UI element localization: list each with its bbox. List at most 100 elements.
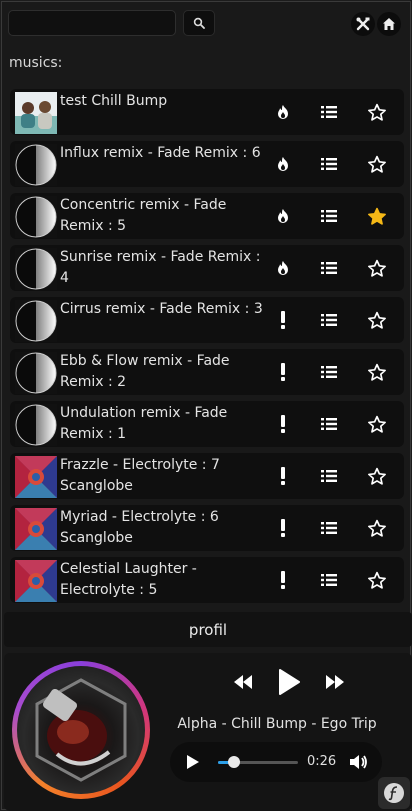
star-outline-icon xyxy=(368,311,386,329)
favorite-button[interactable] xyxy=(366,153,388,175)
flame-icon xyxy=(278,261,288,275)
star-outline-icon xyxy=(368,415,386,433)
profile-button[interactable]: profil xyxy=(4,612,412,647)
track-row[interactable]: Undulation remix - Fade Remix : 1 xyxy=(10,401,404,447)
tools-icon xyxy=(356,17,370,31)
trending-button[interactable] xyxy=(272,413,294,435)
star-outline-icon xyxy=(368,155,386,173)
trending-button[interactable] xyxy=(272,309,294,331)
exclamation-icon xyxy=(281,415,285,433)
next-button[interactable] xyxy=(324,673,346,691)
favorite-button[interactable] xyxy=(366,465,388,487)
exclamation-icon xyxy=(281,311,285,329)
track-title: test Chill Bump xyxy=(60,93,168,109)
star-outline-icon xyxy=(368,363,386,381)
music-player: Alpha - Chill Bump - Ego Trip 0:26 xyxy=(4,653,412,811)
list-icon xyxy=(321,418,337,430)
track-title: Sunrise remix - Fade Remix : 4 xyxy=(60,249,261,286)
trending-button[interactable] xyxy=(272,517,294,539)
track-cover xyxy=(15,196,57,238)
playlist-button[interactable] xyxy=(318,205,340,227)
list-icon xyxy=(321,314,337,326)
track-title: Celestial Laughter - Electrolyte : 5 xyxy=(60,561,197,598)
list-icon xyxy=(321,574,337,586)
playlist-button[interactable] xyxy=(318,413,340,435)
star-outline-icon xyxy=(368,571,386,589)
star-outline-icon xyxy=(368,259,386,277)
star-outline-icon xyxy=(368,467,386,485)
exclamation-icon xyxy=(281,571,285,589)
list-icon xyxy=(321,158,337,170)
track-cover xyxy=(15,92,57,134)
track-row[interactable]: Frazzle - Electrolyte : 7 Scanglobe xyxy=(10,453,404,499)
star-outline-icon xyxy=(368,103,386,121)
flame-icon xyxy=(278,157,288,171)
playlist-button[interactable] xyxy=(318,101,340,123)
play-button[interactable] xyxy=(276,667,302,697)
playlist-button[interactable] xyxy=(318,153,340,175)
favorite-button[interactable] xyxy=(366,257,388,279)
track-cover xyxy=(15,144,57,186)
trending-button[interactable] xyxy=(272,205,294,227)
track-title: Myriad - Electrolyte : 6 Scanglobe xyxy=(60,509,219,546)
track-list: test Chill Bump Influx remix - Fade Remi… xyxy=(10,89,404,609)
trending-button[interactable] xyxy=(272,465,294,487)
track-title: Frazzle - Electrolyte : 7 Scanglobe xyxy=(60,457,220,494)
favorite-button[interactable] xyxy=(366,309,388,331)
mini-audio-controls: 0:26 xyxy=(170,742,382,782)
track-cover xyxy=(15,248,57,290)
now-playing-cover xyxy=(12,661,150,799)
search-button[interactable] xyxy=(183,10,215,36)
playlist-button[interactable] xyxy=(318,361,340,383)
list-icon xyxy=(321,262,337,274)
track-row[interactable]: test Chill Bump xyxy=(10,89,404,135)
previous-icon xyxy=(234,675,252,689)
track-row[interactable]: Ebb & Flow remix - Fade Remix : 2 xyxy=(10,349,404,395)
playlist-button[interactable] xyxy=(318,465,340,487)
track-row[interactable]: Celestial Laughter - Electrolyte : 5 xyxy=(10,557,404,603)
playlist-button[interactable] xyxy=(318,569,340,591)
track-row[interactable]: Influx remix - Fade Remix : 6 xyxy=(10,141,404,187)
list-icon xyxy=(321,106,337,118)
tools-button[interactable] xyxy=(351,12,375,36)
favorite-button[interactable] xyxy=(366,413,388,435)
track-row[interactable]: Sunrise remix - Fade Remix : 4 xyxy=(10,245,404,291)
exclamation-icon xyxy=(281,467,285,485)
favorite-button[interactable] xyxy=(366,569,388,591)
list-icon xyxy=(321,210,337,222)
trending-button[interactable] xyxy=(272,153,294,175)
track-row[interactable]: Myriad - Electrolyte : 6 Scanglobe xyxy=(10,505,404,551)
track-title: Ebb & Flow remix - Fade Remix : 2 xyxy=(60,353,230,390)
framework-logo xyxy=(378,777,410,809)
trending-button[interactable] xyxy=(272,361,294,383)
play-icon xyxy=(279,669,300,695)
playlist-button[interactable] xyxy=(318,257,340,279)
playlist-button[interactable] xyxy=(318,517,340,539)
list-icon xyxy=(321,522,337,534)
trending-button[interactable] xyxy=(272,569,294,591)
home-button[interactable] xyxy=(377,12,401,36)
now-playing-title: Alpha - Chill Bump - Ego Trip xyxy=(177,716,377,732)
track-title: Influx remix - Fade Remix : 6 xyxy=(60,145,261,161)
trending-button[interactable] xyxy=(272,257,294,279)
track-cover xyxy=(15,300,57,342)
favorite-button[interactable] xyxy=(366,205,388,227)
playlist-button[interactable] xyxy=(318,309,340,331)
track-row[interactable]: Concentric remix - Fade Remix : 5 xyxy=(10,193,404,239)
search-input[interactable] xyxy=(8,10,176,36)
mini-play-button[interactable] xyxy=(186,755,200,769)
favorite-button[interactable] xyxy=(366,101,388,123)
track-row[interactable]: Cirrus remix - Fade Remix : 3 xyxy=(10,297,404,343)
volume-button[interactable] xyxy=(350,754,368,770)
previous-button[interactable] xyxy=(232,673,254,691)
track-cover xyxy=(15,352,57,394)
trending-button[interactable] xyxy=(272,101,294,123)
favorite-button[interactable] xyxy=(366,517,388,539)
symfony-logo-icon xyxy=(384,783,404,803)
play-icon xyxy=(187,755,199,769)
seek-handle[interactable] xyxy=(228,756,240,768)
favorite-button[interactable] xyxy=(366,361,388,383)
track-cover xyxy=(15,404,57,446)
search-icon xyxy=(193,17,205,29)
track-cover xyxy=(15,508,57,550)
